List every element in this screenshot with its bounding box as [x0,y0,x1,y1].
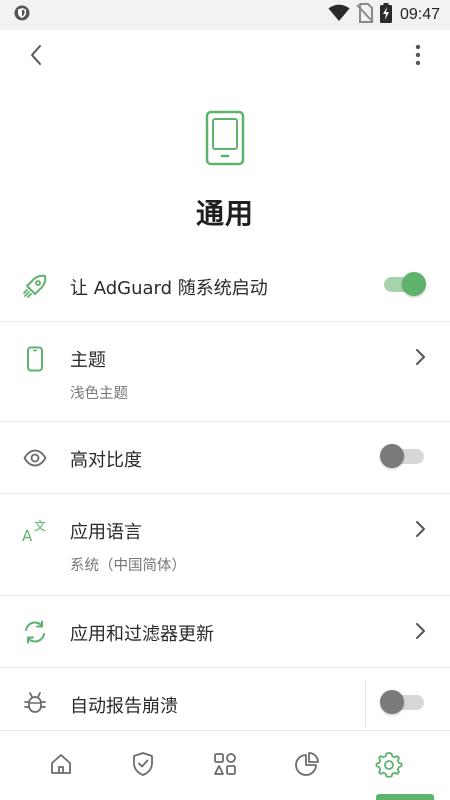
toggle-switch-off[interactable] [380,444,426,468]
status-bar: 09:47 [0,0,450,30]
chevron-right-icon [414,520,426,538]
settings-list: 让 AdGuard 随系统启动 主题 浅色主题 高对比度 A 文 应用语言 系统… [0,250,450,732]
active-tab-indicator [376,794,434,800]
chevron-right-icon [414,348,426,366]
autostart-toggle[interactable] [380,272,426,296]
setting-title: 让 AdGuard 随系统启动 [70,278,268,299]
no-sim-icon [356,3,374,27]
more-menu-button[interactable] [404,43,432,71]
eye-icon [20,443,50,473]
shield-icon [14,4,30,26]
page-header: 通用 [0,110,450,240]
setting-texts: 让 AdGuard 随系统启动 [70,274,268,300]
bottom-nav [0,730,450,800]
home-icon [49,752,73,780]
setting-title: 自动报告崩溃 [70,696,178,717]
wifi-icon [328,4,350,26]
apps-icon [212,751,238,781]
chevron-right-icon [414,622,426,640]
setting-title: 高对比度 [70,450,142,471]
back-button[interactable] [22,43,50,71]
toggle-thumb [380,690,404,714]
setting-row-updates[interactable]: 应用和过滤器更新 [0,596,450,668]
crash-reports-toggle[interactable] [380,690,426,714]
setting-row-crash-reports[interactable]: 自动报告崩溃 [0,668,450,732]
toggle-thumb [380,444,404,468]
toggle-thumb [402,272,426,296]
back-arrow-icon [29,44,43,70]
toggle-switch-on[interactable] [380,272,426,296]
bug-icon [20,688,50,718]
setting-texts: 应用和过滤器更新 [70,620,214,646]
setting-texts: 高对比度 [70,446,142,472]
nav-activity[interactable] [203,744,247,788]
svg-text:文: 文 [34,518,46,533]
nav-statistics[interactable] [285,744,329,788]
divider [365,680,366,728]
nav-protection[interactable] [121,744,165,788]
translate-icon: A 文 [20,516,50,546]
setting-row-theme[interactable]: 主题 浅色主题 [0,322,450,422]
setting-texts: 自动报告崩溃 [70,692,178,718]
setting-texts: 主题 浅色主题 [70,346,128,403]
phone-icon [205,110,245,170]
sync-icon [20,617,50,647]
high-contrast-toggle[interactable] [380,444,426,468]
setting-title: 主题 [70,350,106,371]
status-right: 09:47 [328,3,440,27]
app-bar [0,30,450,84]
setting-title: 应用语言 [70,522,142,543]
phone-outline-icon [20,344,50,374]
status-left [14,4,30,26]
pie-chart-icon [294,751,320,781]
status-time: 09:47 [399,6,440,23]
svg-text:A: A [22,527,33,544]
toggle-switch-off[interactable] [380,690,426,714]
setting-subtitle: 系统（中国简体） [70,558,186,574]
setting-title: 应用和过滤器更新 [70,624,214,645]
page-title: 通用 [195,197,254,230]
nav-home[interactable] [39,744,83,788]
setting-row-language[interactable]: A 文 应用语言 系统（中国简体） [0,494,450,596]
rocket-icon [20,271,50,301]
setting-row-high-contrast[interactable]: 高对比度 [0,422,450,494]
nav-settings[interactable] [367,744,411,788]
setting-row-autostart[interactable]: 让 AdGuard 随系统启动 [0,250,450,322]
battery-charging-icon [379,3,392,27]
shield-check-icon [131,751,155,781]
setting-subtitle: 浅色主题 [70,386,128,402]
gear-icon [375,750,403,782]
more-vert-icon [415,44,421,70]
setting-texts: 应用语言 系统（中国简体） [70,518,186,575]
